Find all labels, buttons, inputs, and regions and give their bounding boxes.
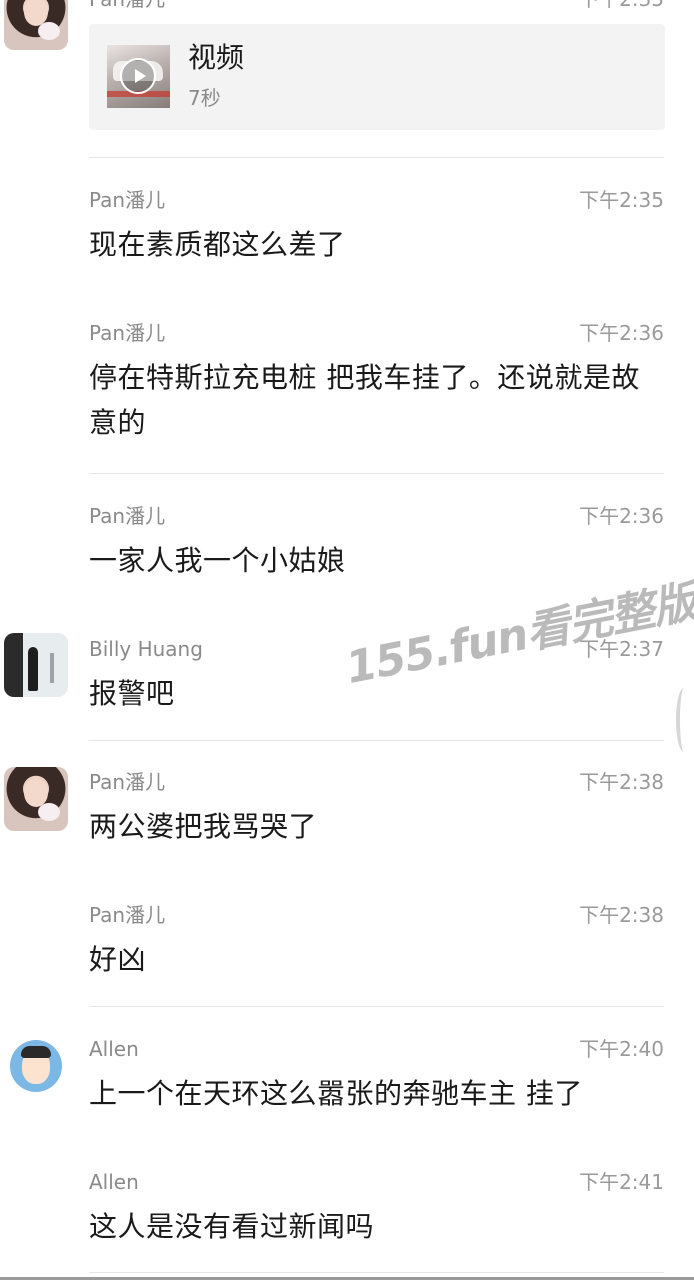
avatar-allen[interactable]	[4, 1034, 68, 1098]
chat-message: Pan潘儿 下午2:36 停在特斯拉充电桩 把我车挂了。还说就是故意的	[0, 320, 694, 460]
message-text: 现在素质都这么差了	[89, 228, 346, 261]
message-text: 一家人我一个小姑娘	[89, 544, 346, 577]
video-title: 视频	[188, 41, 245, 74]
sender-name: Pan潘儿	[89, 321, 166, 345]
message-text: 好凶	[89, 943, 147, 976]
divider	[89, 1006, 664, 1007]
message-text: 停在特斯拉充电桩 把我车挂了。还说就是故意的	[89, 361, 640, 439]
message-time: 下午2:35	[579, 0, 664, 12]
video-thumbnail[interactable]	[107, 45, 170, 108]
divider	[89, 473, 664, 474]
message-time: 下午2:40	[579, 1037, 664, 1061]
chat-message: Pan潘儿 下午2:35 现在素质都这么差了	[0, 187, 694, 277]
scroll-edge-indicator	[676, 688, 692, 752]
message-text: 这人是没有看过新闻吗	[89, 1210, 375, 1243]
divider	[89, 157, 664, 158]
divider	[89, 1272, 664, 1273]
divider	[89, 740, 664, 741]
chat-message: Pan潘儿 下午2:36 一家人我一个小姑娘	[0, 503, 694, 593]
chat-message: Allen 下午2:41 这人是没有看过新闻吗	[0, 1169, 694, 1259]
message-time: 下午2:36	[579, 321, 664, 345]
sender-name: Pan潘儿	[89, 0, 165, 12]
chat-message: Pan潘儿 下午2:35 视频 7秒	[0, 0, 694, 136]
sender-name: Pan潘儿	[89, 770, 166, 794]
chat-message: Allen 下午2:40 上一个在天环这么嚣张的奔驰车主 挂了	[0, 1034, 694, 1126]
play-icon[interactable]	[120, 58, 156, 94]
message-time: 下午2:35	[579, 188, 664, 212]
video-message-card[interactable]: 视频 7秒	[89, 24, 665, 130]
sender-name: Billy Huang	[89, 637, 203, 661]
message-time: 下午2:38	[579, 770, 664, 794]
sender-name: Pan潘儿	[89, 188, 166, 212]
message-time: 下午2:36	[579, 504, 664, 528]
chat-message: Pan潘儿 下午2:38 好凶	[0, 902, 694, 992]
sender-name: Pan潘儿	[89, 903, 166, 927]
video-duration: 7秒	[188, 86, 221, 110]
sender-name: Pan潘儿	[89, 504, 166, 528]
sender-name: Allen	[89, 1170, 139, 1194]
avatar-pan[interactable]	[4, 767, 68, 831]
message-time: 下午2:38	[579, 903, 664, 927]
chat-message: Pan潘儿 下午2:38 两公婆把我骂哭了	[0, 767, 694, 859]
message-time: 下午2:41	[579, 1170, 664, 1194]
avatar-billy[interactable]	[4, 633, 68, 697]
sender-name: Allen	[89, 1037, 139, 1061]
avatar-pan[interactable]	[4, 0, 68, 50]
message-text: 上一个在天环这么嚣张的奔驰车主 挂了	[89, 1077, 583, 1110]
message-text: 两公婆把我骂哭了	[89, 810, 318, 843]
